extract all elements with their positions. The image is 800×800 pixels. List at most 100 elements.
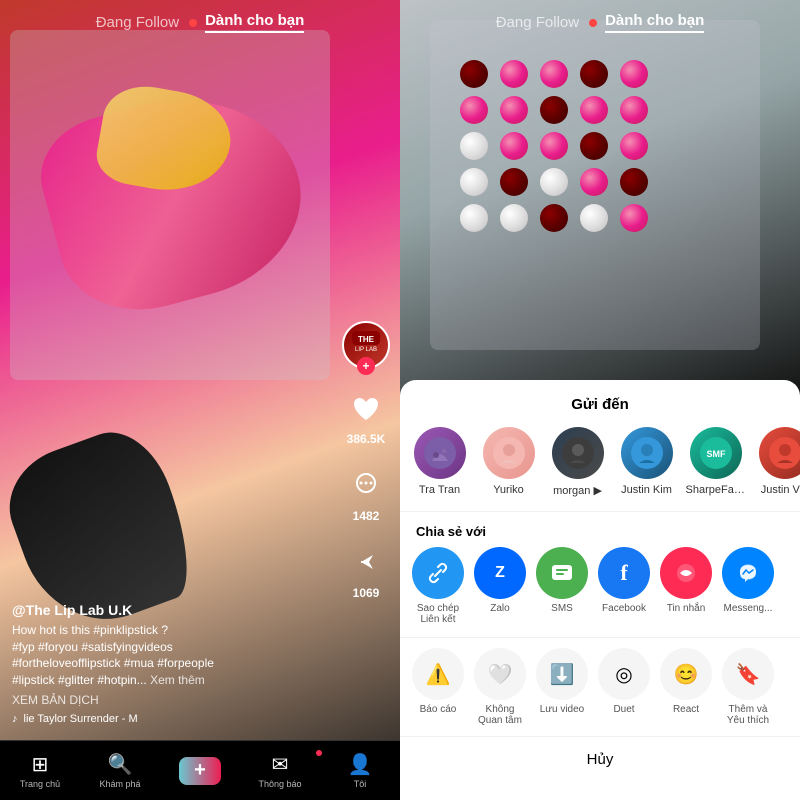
right-video-background: Đang Follow Dành cho bạn — [400, 0, 800, 400]
friend-morgan[interactable]: morgan ▶ — [550, 427, 605, 497]
dot-r5c3 — [540, 204, 568, 232]
comment-icon-circle[interactable] — [345, 464, 387, 506]
cancel-button[interactable]: Hủy — [400, 737, 800, 782]
share-count: 1069 — [353, 586, 380, 600]
add-favorite-label: Thêm vàYêu thích — [727, 704, 769, 726]
music-note-icon: ♪ — [12, 713, 18, 725]
video-info: @The Lip Lab U.K How hot is this #pinkli… — [12, 602, 340, 725]
nav-discover[interactable]: 🔍 Khám phá — [80, 752, 160, 789]
dot-r1c4 — [580, 60, 608, 88]
action-add-favorite[interactable]: 🔖 Thêm vàYêu thích — [722, 648, 774, 726]
like-icon-circle[interactable] — [345, 387, 387, 429]
zalo-icon: Z — [474, 547, 526, 599]
follow-plus-badge[interactable]: + — [357, 357, 375, 375]
profile-icon: 👤 — [348, 752, 373, 777]
action-duet[interactable]: ◎ Duet — [598, 648, 650, 726]
facebook-icon: f — [598, 547, 650, 599]
copy-link-icon — [412, 547, 464, 599]
dot-r4c5 — [620, 168, 648, 196]
friend-name-sharpe: SharpeFamilySingers — [686, 484, 746, 496]
inbox-label: Thông báo — [258, 779, 301, 789]
avatar-container[interactable]: THE LIP LAB + — [342, 321, 390, 369]
sms-icon — [536, 547, 588, 599]
dot-r5c1 — [460, 204, 488, 232]
action-react[interactable]: 😊 React — [660, 648, 712, 726]
friend-avatar-justin-vib — [759, 427, 800, 479]
share-option-sms[interactable]: SMS — [536, 547, 588, 625]
svg-text:THE: THE — [358, 335, 375, 344]
dot-r4c3 — [540, 168, 568, 196]
action-save-video[interactable]: ⬇️ Lưu video — [536, 648, 588, 726]
right-action-icons: THE LIP LAB + 386.5K — [342, 321, 390, 600]
friend-sharpe[interactable]: SMF SharpeFamilySingers — [688, 427, 743, 497]
dot-r4c1 — [460, 168, 488, 196]
svg-text:LIP LAB: LIP LAB — [355, 347, 377, 353]
right-tab-following[interactable]: Đang Follow — [496, 14, 579, 31]
zalo-label: Zalo — [490, 603, 509, 614]
creator-username[interactable]: @The Lip Lab U.K — [12, 602, 340, 618]
inbox-icon: ✉ — [272, 752, 289, 777]
friend-name-justin-kim: Justin Kim — [621, 484, 672, 496]
see-more-link[interactable]: Xem thêm — [150, 673, 205, 687]
friend-tra-tran[interactable]: Tra Tran — [412, 427, 467, 497]
right-live-dot — [589, 19, 597, 27]
friend-justin-kim[interactable]: Justin Kim — [619, 427, 674, 497]
dot-r5c5 — [620, 204, 648, 232]
messenger-icon — [722, 547, 774, 599]
friend-avatar-yuriko — [483, 427, 535, 479]
dot-r3c1 — [460, 132, 488, 160]
like-group[interactable]: 386.5K — [345, 387, 387, 446]
svg-text:SMF: SMF — [706, 449, 726, 459]
action-not-interested[interactable]: 🤍 KhôngQuan tâm — [474, 648, 526, 726]
music-text: lie Taylor Surrender - M — [24, 713, 138, 725]
add-favorite-icon: 🔖 — [722, 648, 774, 700]
translate-link[interactable]: XEM BẢN DỊCH — [12, 693, 340, 707]
share-option-facebook[interactable]: f Facebook — [598, 547, 650, 625]
react-label: React — [673, 704, 699, 715]
share-option-messenger[interactable]: Messeng... — [722, 547, 774, 625]
share-icon-circle[interactable] — [345, 541, 387, 583]
tab-foryou[interactable]: Dành cho bạn — [205, 12, 304, 33]
share-group[interactable]: 1069 — [345, 541, 387, 600]
dot-r2c4 — [580, 96, 608, 124]
nav-home[interactable]: ⊞ Trang chủ — [0, 752, 80, 789]
share-options-row: Sao chépLiên kết Z Zalo SMS f Facebook — [400, 547, 800, 638]
dot-r1c1 — [460, 60, 488, 88]
create-button[interactable]: + — [179, 757, 221, 785]
messenger-label: Messeng... — [724, 603, 773, 614]
friend-avatar-morgan — [552, 427, 604, 479]
tin-nhan-icon — [660, 547, 712, 599]
left-video-panel: Đang Follow Dành cho bạn THE LIP LAB + — [0, 0, 400, 800]
comment-count: 1482 — [353, 509, 380, 523]
tab-following[interactable]: Đang Follow — [96, 14, 179, 31]
share-option-copy-link[interactable]: Sao chépLiên kết — [412, 547, 464, 625]
home-label: Trang chủ — [20, 779, 60, 789]
right-tab-foryou[interactable]: Dành cho bạn — [605, 12, 704, 33]
bottom-navigation: ⊞ Trang chủ 🔍 Khám phá + ✉ Thông báo 👤 T… — [0, 740, 400, 800]
nav-inbox[interactable]: ✉ Thông báo — [240, 752, 320, 789]
not-interested-icon: 🤍 — [474, 648, 526, 700]
lipstick-smear — [40, 80, 300, 360]
nav-create[interactable]: + — [160, 757, 240, 785]
dot-r3c5 — [620, 132, 648, 160]
comment-group[interactable]: 1482 — [345, 464, 387, 523]
action-report[interactable]: ⚠️ Báo cáo — [412, 648, 464, 726]
like-count: 386.5K — [347, 432, 386, 446]
dot-r3c2 — [500, 132, 528, 160]
friend-justin-vib[interactable]: Justin Vib — [757, 427, 800, 497]
report-icon: ⚠️ — [412, 648, 464, 700]
share-sheet: Gửi đến Tra Tran Yuriko morgan ▶ — [400, 380, 800, 800]
facebook-label: Facebook — [602, 603, 646, 614]
header-left: Đang Follow Dành cho bạn — [0, 12, 400, 33]
dot-r1c3 — [540, 60, 568, 88]
copy-link-label: Sao chépLiên kết — [417, 603, 459, 625]
nav-profile[interactable]: 👤 Tôi — [320, 752, 400, 789]
save-video-label: Lưu video — [540, 704, 585, 715]
friend-avatar-justin-kim — [621, 427, 673, 479]
share-option-tin-nhan[interactable]: Tin nhắn — [660, 547, 712, 625]
save-video-icon: ⬇️ — [536, 648, 588, 700]
share-option-zalo[interactable]: Z Zalo — [474, 547, 526, 625]
share-with-title: Chia sẻ với — [400, 512, 800, 547]
right-panel: Đang Follow Dành cho bạn — [400, 0, 800, 800]
friend-yuriko[interactable]: Yuriko — [481, 427, 536, 497]
